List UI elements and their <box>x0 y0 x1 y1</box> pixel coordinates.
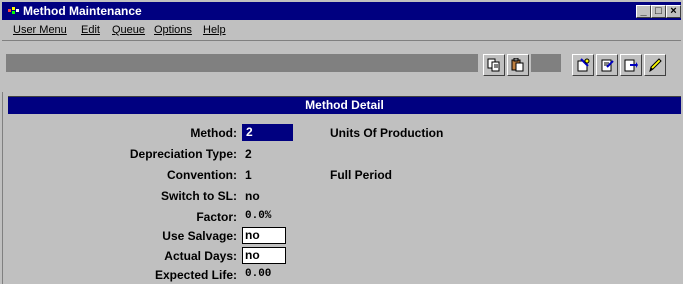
toolbar <box>2 40 681 77</box>
switch-to-sl-label: Switch to SL: <box>161 189 237 203</box>
menu-edit[interactable]: Edit <box>81 24 100 36</box>
forward-record-icon <box>624 59 638 72</box>
factor-value: 0.0% <box>245 210 272 222</box>
switch-to-sl-row: Switch to SL: no <box>0 187 683 205</box>
menu-help[interactable]: Help <box>203 24 226 36</box>
title-bar[interactable]: Method Maintenance _ □ × <box>2 2 681 20</box>
use-salvage-row: Use Salvage: no <box>0 227 683 245</box>
menu-options[interactable]: Options <box>154 24 192 36</box>
section-header: Method Detail <box>8 96 681 114</box>
actual-days-field[interactable]: no <box>242 247 286 264</box>
paste-icon <box>511 58 524 72</box>
convention-value: 1 <box>245 168 252 182</box>
factor-row: Factor: 0.0% <box>0 208 683 226</box>
toolbar-separator <box>531 54 561 72</box>
edit-record-button[interactable] <box>596 54 618 76</box>
menu-bar: User Menu Edit Queue Options Help <box>2 21 681 39</box>
menu-user-menu[interactable]: User Menu <box>13 24 67 36</box>
query-button[interactable] <box>572 54 594 76</box>
convention-description: Full Period <box>330 168 393 182</box>
close-button[interactable]: × <box>666 5 681 18</box>
menu-help-label: Help <box>203 24 226 36</box>
method-field[interactable]: 2 <box>242 124 293 141</box>
paste-button[interactable] <box>507 54 529 76</box>
window-title: Method Maintenance <box>23 4 142 18</box>
pencil-button[interactable] <box>644 54 666 76</box>
copy-icon <box>487 58 500 72</box>
expected-life-label: Expected Life: <box>154 268 237 282</box>
use-salvage-field[interactable]: no <box>242 227 286 244</box>
toolbar-strip <box>6 54 478 72</box>
edit-record-icon <box>601 59 614 72</box>
copy-button[interactable] <box>483 54 505 76</box>
menu-user-menu-label: User Menu <box>13 24 67 36</box>
depreciation-type-row: Depreciation Type: 2 <box>0 145 683 163</box>
menu-queue[interactable]: Queue <box>112 24 145 36</box>
convention-row: Convention: 1 Full Period <box>0 166 683 184</box>
app-icon <box>8 7 19 14</box>
actual-days-label: Actual Days: <box>164 249 237 263</box>
use-salvage-label: Use Salvage: <box>162 229 237 243</box>
method-row: Method: 2 Units Of Production <box>0 124 683 142</box>
switch-to-sl-value: no <box>245 189 260 203</box>
minimize-button[interactable]: _ <box>636 5 651 18</box>
depreciation-type-value: 2 <box>245 147 252 161</box>
menu-options-label: Options <box>154 24 192 36</box>
actual-days-row: Actual Days: no <box>0 247 683 265</box>
menu-queue-label: Queue <box>112 24 146 36</box>
factor-label: Factor: <box>196 210 237 224</box>
depreciation-type-label: Depreciation Type: <box>129 147 237 161</box>
query-icon <box>577 58 590 72</box>
forward-record-button[interactable] <box>620 54 642 76</box>
convention-label: Convention: <box>167 168 237 182</box>
method-description: Units Of Production <box>330 126 444 140</box>
method-maintenance-window: Method Maintenance _ □ × User Menu Edit … <box>0 0 683 284</box>
expected-life-value: 0.00 <box>245 268 272 280</box>
menu-edit-label: Edit <box>81 24 100 36</box>
pencil-icon <box>649 58 662 72</box>
method-label: Method: <box>190 126 237 140</box>
expected-life-row: Expected Life: 0.00 <box>0 266 683 284</box>
maximize-button[interactable]: □ <box>651 5 666 18</box>
